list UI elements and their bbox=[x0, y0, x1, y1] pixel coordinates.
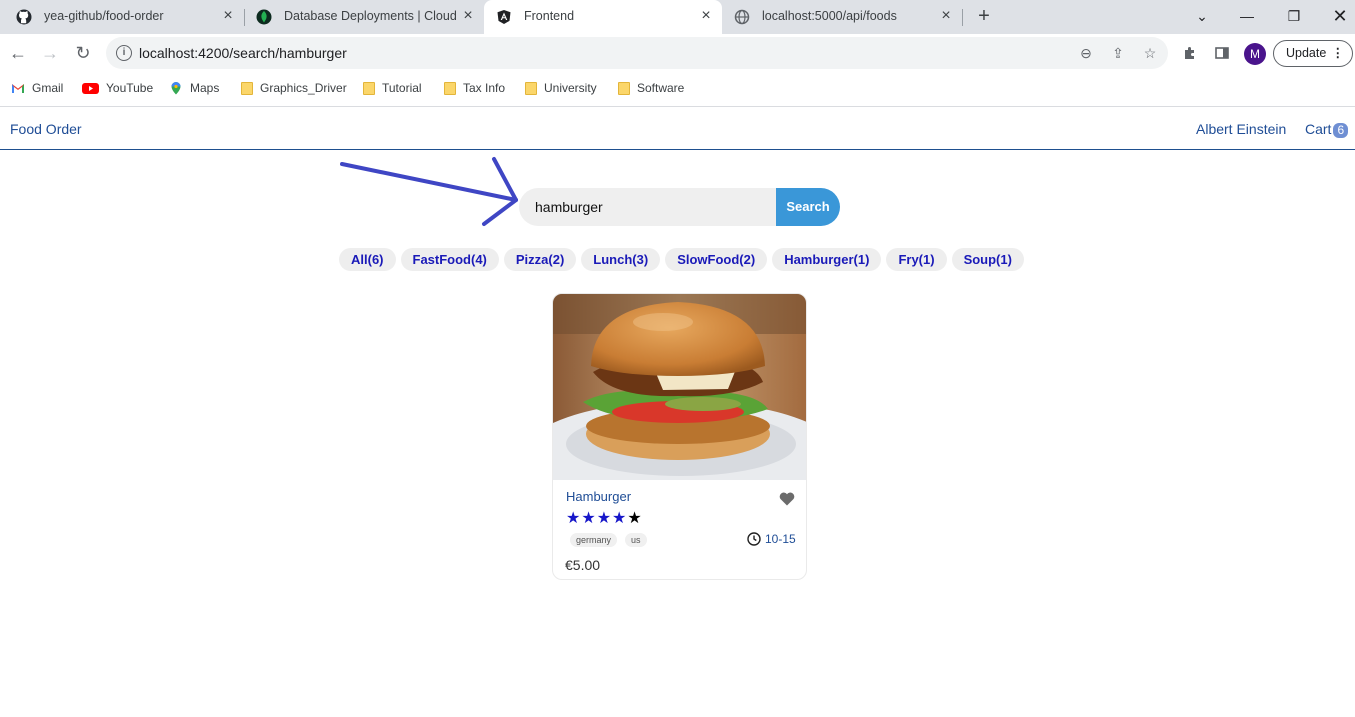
back-arrow-icon[interactable]: ← bbox=[8, 43, 28, 63]
search-box bbox=[519, 188, 776, 226]
brand-link[interactable]: Food Order bbox=[10, 121, 82, 137]
browser-tab-active[interactable]: Frontend × bbox=[484, 0, 722, 34]
tag-pizza[interactable]: Pizza(2) bbox=[503, 248, 577, 271]
tab-title: Frontend bbox=[524, 9, 575, 23]
bookmark-label: Tutorial bbox=[382, 81, 422, 95]
tag-fry[interactable]: Fry(1) bbox=[886, 248, 947, 271]
tab-separator bbox=[962, 9, 963, 26]
share-icon[interactable]: ⇪ bbox=[1110, 45, 1126, 61]
search-input[interactable] bbox=[535, 199, 765, 215]
tag-lunch[interactable]: Lunch(3) bbox=[581, 248, 661, 271]
update-button[interactable]: Update ⋮ bbox=[1273, 40, 1353, 67]
food-name[interactable]: Hamburger bbox=[566, 489, 631, 504]
address-bar[interactable]: i localhost:4200/search/hamburger ⊖ ⇪ ☆ bbox=[106, 37, 1168, 69]
new-tab-plus-icon[interactable]: + bbox=[974, 6, 994, 26]
browser-toolbar: ← → ↻ i localhost:4200/search/hamburger … bbox=[0, 34, 1355, 72]
browser-tab[interactable]: yea-github/food-order × bbox=[4, 0, 245, 34]
zoom-icon[interactable]: ⊖ bbox=[1078, 45, 1094, 61]
folder-icon bbox=[444, 82, 456, 95]
folder-icon bbox=[241, 82, 253, 95]
close-tab-icon[interactable]: × bbox=[220, 8, 236, 24]
app-header: Food Order Albert Einstein Cart 6 bbox=[0, 108, 1355, 150]
cart-count-badge: 6 bbox=[1333, 123, 1349, 138]
side-panel-icon[interactable] bbox=[1214, 45, 1230, 61]
tag-soup[interactable]: Soup(1) bbox=[951, 248, 1024, 271]
bookmark-label: University bbox=[544, 81, 597, 95]
maps-icon bbox=[171, 82, 181, 95]
restore-icon[interactable]: ❐ bbox=[1282, 4, 1306, 28]
star-rating: ★★★★★ bbox=[566, 508, 643, 528]
mongodb-leaf-icon bbox=[256, 9, 272, 25]
browser-tab-strip: yea-github/food-order × Database Deploym… bbox=[0, 0, 1355, 34]
bookmark-folder[interactable]: Software bbox=[618, 81, 684, 97]
browser-tab[interactable]: Database Deployments | Cloud: M × bbox=[244, 0, 484, 34]
folder-icon bbox=[618, 82, 630, 95]
close-tab-icon[interactable]: × bbox=[938, 8, 954, 24]
update-label: Update bbox=[1286, 46, 1327, 60]
clock-icon bbox=[747, 532, 761, 546]
bookmark-label: Gmail bbox=[32, 81, 64, 95]
cart-label: Cart bbox=[1305, 121, 1332, 137]
search-button[interactable]: Search bbox=[776, 188, 840, 226]
globe-icon bbox=[734, 9, 750, 25]
bookmark-label: Software bbox=[637, 81, 685, 95]
cart-link[interactable]: Cart 6 bbox=[1305, 121, 1349, 138]
star-icon: ★ bbox=[627, 510, 643, 527]
browser-tab[interactable]: localhost:5000/api/foods × bbox=[722, 0, 963, 34]
tag-slowfood[interactable]: SlowFood(2) bbox=[665, 248, 768, 271]
close-tab-icon[interactable]: × bbox=[698, 8, 714, 24]
origin-badge: germany bbox=[570, 533, 618, 547]
bookmark-star-icon[interactable]: ☆ bbox=[1142, 45, 1158, 61]
food-card[interactable]: Hamburger ★★★★★ germany us 10-15 €5.00 bbox=[552, 293, 807, 580]
tag-hamburger[interactable]: Hamburger(1) bbox=[772, 248, 882, 271]
profile-avatar[interactable]: M bbox=[1244, 43, 1266, 65]
bookmark-label: Tax Info bbox=[463, 81, 506, 95]
site-info-icon[interactable]: i bbox=[116, 45, 132, 61]
close-tab-icon[interactable]: × bbox=[460, 8, 476, 24]
star-icon: ★ bbox=[612, 510, 628, 527]
gmail-icon bbox=[12, 84, 24, 93]
food-price: €5.00 bbox=[565, 557, 601, 573]
bookmark-folder[interactable]: University bbox=[525, 81, 597, 97]
bookmark-gmail[interactable]: Gmail bbox=[11, 81, 63, 97]
star-icon: ★ bbox=[566, 510, 582, 527]
bookmarks-bar: Gmail YouTube Maps Graphics_Driver Tutor… bbox=[0, 72, 1355, 107]
bookmark-maps[interactable]: Maps bbox=[169, 81, 219, 97]
tag-fastfood[interactable]: FastFood(4) bbox=[400, 248, 499, 271]
tag-list: All(6) FastFood(4) Pizza(2) Lunch(3) Slo… bbox=[339, 248, 1024, 271]
bookmark-folder[interactable]: Tutorial bbox=[363, 81, 422, 97]
tab-title: Database Deployments | Cloud: M bbox=[284, 9, 456, 23]
origin-badge: us bbox=[625, 533, 647, 547]
star-icon: ★ bbox=[596, 510, 613, 527]
extensions-puzzle-icon[interactable] bbox=[1182, 45, 1198, 61]
bookmark-folder[interactable]: Tax Info bbox=[444, 81, 505, 97]
tab-title: localhost:5000/api/foods bbox=[762, 9, 897, 23]
more-menu-icon[interactable]: ⋮ bbox=[1332, 41, 1345, 66]
url-text[interactable]: localhost:4200/search/hamburger bbox=[139, 45, 347, 61]
tab-search-chevron-icon[interactable]: ⌄ bbox=[1190, 4, 1214, 28]
bookmark-folder[interactable]: Graphics_Driver bbox=[241, 81, 347, 97]
tab-title: yea-github/food-order bbox=[44, 9, 164, 23]
user-link[interactable]: Albert Einstein bbox=[1196, 121, 1286, 137]
forward-arrow-icon[interactable]: → bbox=[40, 43, 60, 63]
folder-icon bbox=[525, 82, 537, 95]
hamburger-image[interactable] bbox=[553, 294, 807, 480]
bookmark-label: YouTube bbox=[106, 81, 154, 95]
angular-icon bbox=[497, 10, 511, 24]
tag-all[interactable]: All(6) bbox=[339, 248, 396, 271]
origin-list: germany us bbox=[570, 533, 647, 547]
youtube-icon bbox=[82, 83, 99, 94]
bookmark-youtube[interactable]: YouTube bbox=[82, 81, 153, 97]
folder-icon bbox=[363, 82, 375, 95]
cook-time: 10-15 bbox=[765, 532, 796, 546]
star-icon: ★ bbox=[581, 510, 597, 527]
bookmark-label: Maps bbox=[190, 81, 220, 95]
github-icon bbox=[16, 9, 32, 25]
annotation-arrow bbox=[340, 157, 518, 226]
reload-icon[interactable]: ↻ bbox=[73, 43, 93, 63]
favorite-heart-icon[interactable] bbox=[779, 492, 795, 506]
bookmark-label: Graphics_Driver bbox=[260, 81, 347, 95]
close-window-icon[interactable]: ✕ bbox=[1328, 4, 1352, 28]
minimize-icon[interactable]: — bbox=[1235, 4, 1259, 28]
